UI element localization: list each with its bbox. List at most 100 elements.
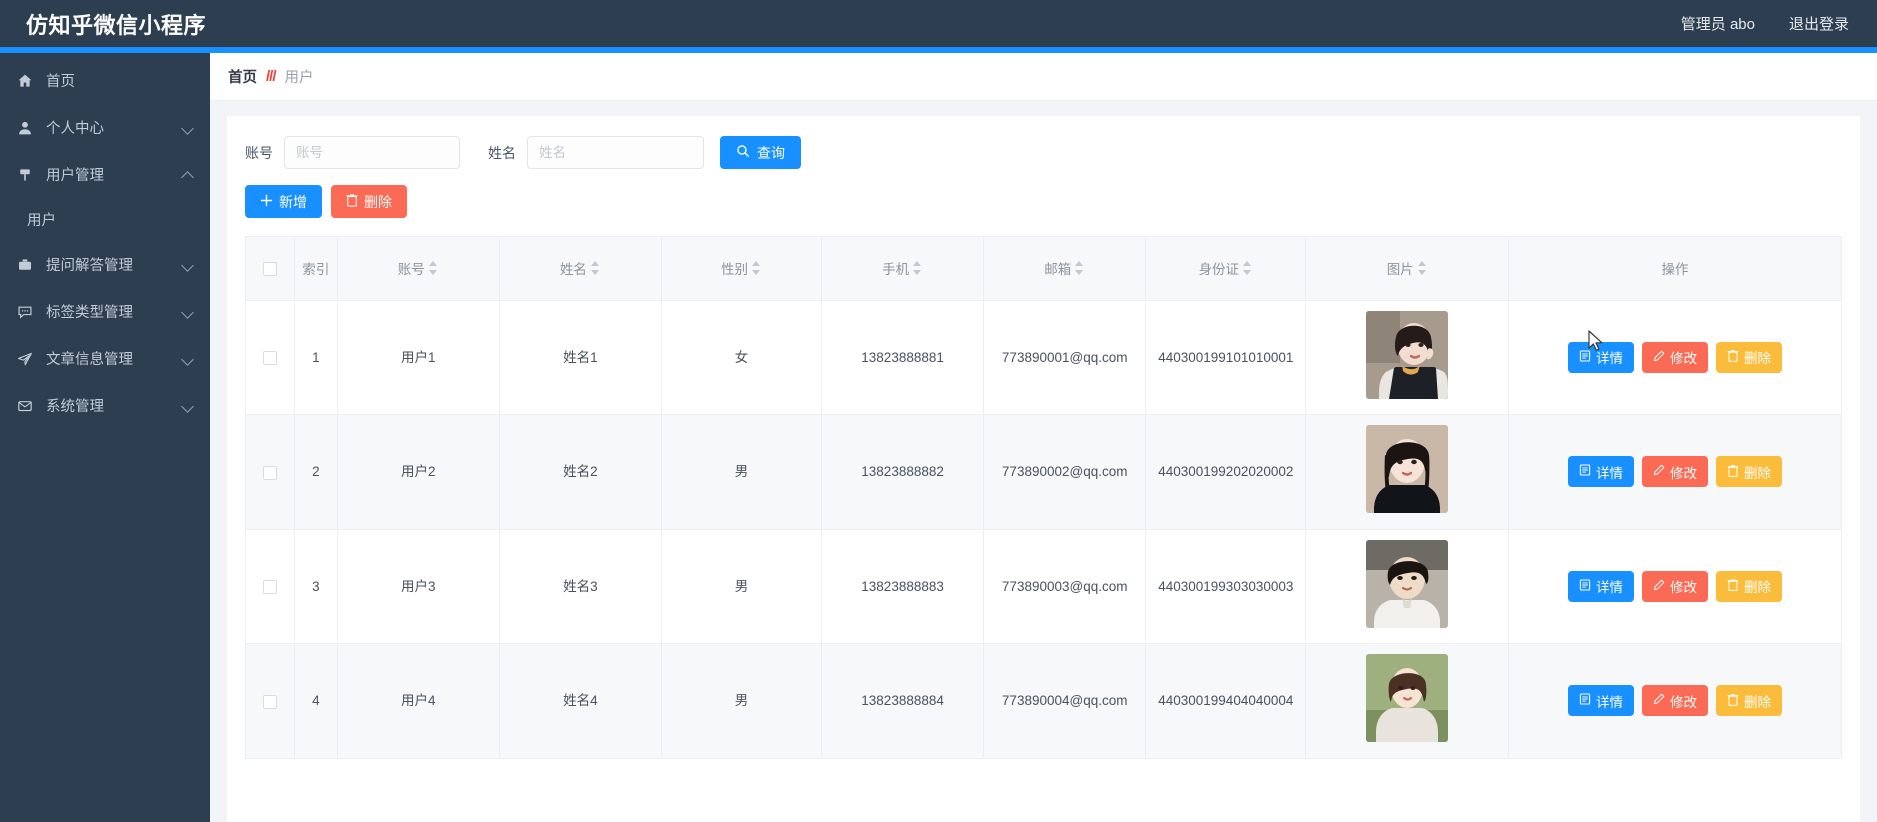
table-row: 4 用户4 姓名4 男 13823888884 773890004@qq.com…: [246, 643, 1841, 759]
breadcrumb-home[interactable]: 首页: [228, 66, 257, 87]
select-all-checkbox[interactable]: [263, 261, 278, 276]
row-checkbox[interactable]: [263, 694, 278, 709]
cell-index: 4: [294, 643, 338, 759]
users-table-wrapper: 索引 账号 姓名 性别 手机 邮箱 身份证 图片 操作 1 用户1 姓名1 女 …: [245, 236, 1842, 759]
row-delete-button[interactable]: 删除: [1716, 685, 1782, 717]
detail-button[interactable]: 详情: [1568, 456, 1634, 488]
cell-select[interactable]: [246, 414, 296, 530]
sidebar-item-qa-management[interactable]: 提问解答管理: [0, 241, 210, 288]
table-header-row: 索引 账号 姓名 性别 手机 邮箱 身份证 图片 操作: [246, 237, 1841, 301]
query-button[interactable]: 查询: [720, 136, 801, 169]
cell-name: 姓名4: [499, 643, 662, 759]
name-input[interactable]: [527, 136, 704, 169]
pencil-icon: [1653, 464, 1665, 479]
edit-button[interactable]: 修改: [1642, 341, 1708, 373]
cell-select[interactable]: [246, 643, 296, 759]
sidebar-item-user-management[interactable]: 用户管理: [0, 151, 210, 198]
sidebar-item-personal-center[interactable]: 个人中心: [0, 104, 210, 151]
sidebar-item-label: 系统管理: [46, 399, 104, 415]
pencil-icon: [1653, 350, 1665, 365]
delete-button-label: 删除: [364, 193, 392, 210]
mail-icon: [15, 397, 35, 415]
logout-link[interactable]: 退出登录: [1789, 13, 1849, 34]
cell-account: 用户1: [337, 300, 500, 416]
detail-button[interactable]: 详情: [1568, 341, 1634, 373]
row-checkbox[interactable]: [263, 580, 278, 595]
cell-image: [1305, 643, 1510, 759]
th-name-label: 姓名: [559, 262, 587, 278]
trash-icon: [1727, 578, 1739, 594]
row-delete-button[interactable]: 删除: [1716, 456, 1782, 488]
detail-button[interactable]: 详情: [1568, 570, 1634, 602]
cell-name: 姓名2: [499, 414, 662, 530]
table-row: 3 用户3 姓名3 男 13823888883 773890003@qq.com…: [246, 529, 1841, 645]
sidebar-item-label: 标签类型管理: [46, 305, 133, 321]
row-checkbox[interactable]: [263, 350, 278, 365]
delete-button[interactable]: 删除: [331, 185, 407, 218]
briefcase-icon: [15, 256, 35, 274]
row-checkbox[interactable]: [263, 465, 278, 480]
account-input[interactable]: [284, 136, 460, 169]
table-body: 1 用户1 姓名1 女 13823888881 773890001@qq.com…: [246, 300, 1841, 759]
cell-email: 773890002@qq.com: [983, 414, 1147, 530]
cell-idcard: 440300199101010001: [1145, 300, 1307, 416]
sidebar-item-home[interactable]: 首页: [0, 57, 210, 104]
detail-button-label: 详情: [1596, 351, 1623, 367]
th-image[interactable]: 图片: [1305, 237, 1510, 301]
table-row: 1 用户1 姓名1 女 13823888881 773890001@qq.com…: [246, 300, 1841, 416]
sidebar-item-tag-management[interactable]: 标签类型管理: [0, 288, 210, 335]
edit-button-label: 修改: [1670, 351, 1697, 367]
th-idcard[interactable]: 身份证: [1145, 237, 1307, 301]
trash-icon: [346, 193, 358, 210]
content-area: 首页 /// 用户 账号 姓名: [210, 53, 1877, 822]
row-delete-button[interactable]: 删除: [1716, 570, 1782, 602]
cell-account: 用户4: [337, 643, 500, 759]
edit-button[interactable]: 修改: [1642, 456, 1708, 488]
breadcrumb: 首页 /// 用户: [210, 53, 1877, 101]
th-email[interactable]: 邮箱: [983, 237, 1147, 301]
user-icon: [15, 119, 35, 137]
add-button-label: 新增: [279, 193, 307, 210]
edit-button-label: 修改: [1670, 694, 1697, 710]
row-delete-button-label: 删除: [1744, 465, 1771, 481]
th-gender[interactable]: 性别: [661, 237, 823, 301]
cell-operations: 详情 修改 删除: [1508, 300, 1841, 416]
row-actions: 详情 修改 删除: [1516, 456, 1834, 488]
sidebar-item-label: 个人中心: [46, 121, 104, 137]
th-index: 索引: [294, 237, 338, 301]
cell-name: 姓名3: [499, 529, 662, 645]
add-button[interactable]: 新增: [245, 185, 322, 218]
th-operations-label: 操作: [1661, 262, 1689, 278]
name-label: 姓名: [488, 144, 516, 161]
body-split: 首页 个人中心 用户管理 用户 提问解答管理 标签类型管理 文章信息管理 系统管…: [0, 53, 1877, 822]
sidebar-subitem-users[interactable]: 用户: [0, 198, 210, 241]
cell-phone: 13823888883: [821, 529, 985, 645]
th-name[interactable]: 姓名: [499, 237, 662, 301]
sidebar-item-system-management[interactable]: 系统管理: [0, 382, 210, 429]
row-delete-button-label: 删除: [1744, 580, 1771, 596]
edit-button[interactable]: 修改: [1642, 685, 1708, 717]
th-phone[interactable]: 手机: [821, 237, 985, 301]
sidebar: 首页 个人中心 用户管理 用户 提问解答管理 标签类型管理 文章信息管理 系统管…: [0, 53, 210, 822]
th-account-label: 账号: [397, 262, 425, 278]
th-index-label: 索引: [302, 262, 330, 278]
sidebar-item-article-management[interactable]: 文章信息管理: [0, 335, 210, 382]
edit-button-label: 修改: [1670, 465, 1697, 481]
th-account[interactable]: 账号: [337, 237, 500, 301]
row-delete-button[interactable]: 删除: [1716, 341, 1782, 373]
cell-email: 773890004@qq.com: [983, 643, 1147, 759]
pencil-icon: [1653, 693, 1665, 708]
avatar: [1366, 539, 1449, 628]
detail-button[interactable]: 详情: [1568, 685, 1634, 717]
pin-icon: [15, 166, 35, 184]
cell-select[interactable]: [246, 300, 296, 416]
doc-icon: [1579, 350, 1591, 365]
top-bar-right: 管理员 abo 退出登录: [1681, 13, 1849, 34]
cell-select[interactable]: [246, 529, 296, 645]
cell-image: [1305, 414, 1510, 530]
th-phone-label: 手机: [882, 262, 910, 278]
edit-button[interactable]: 修改: [1642, 570, 1708, 602]
cell-gender: 男: [661, 643, 823, 759]
th-select-all[interactable]: [246, 237, 296, 301]
detail-button-label: 详情: [1596, 694, 1623, 710]
